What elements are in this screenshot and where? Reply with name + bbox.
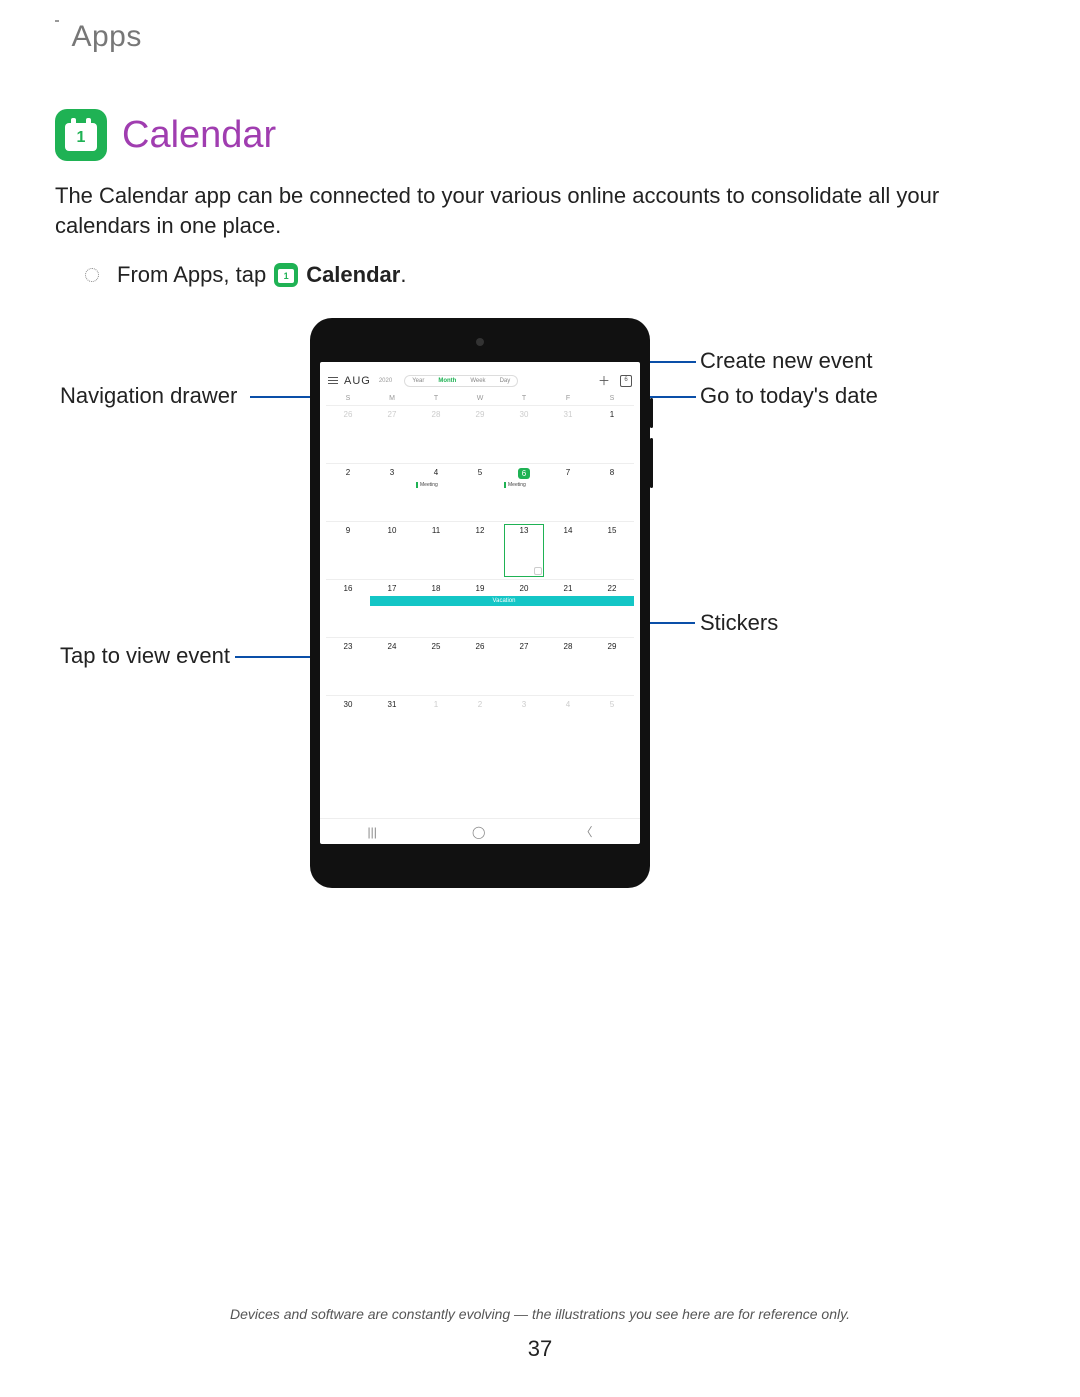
- day-cell[interactable]: 2: [458, 695, 502, 753]
- day-cell[interactable]: 11: [414, 521, 458, 579]
- dow-header: S: [590, 395, 634, 405]
- dow-header: T: [414, 395, 458, 405]
- tablet-frame: AUG 2020 YearMonthWeekDay ＋ SMTWTFS 2627…: [310, 318, 650, 888]
- view-pill-day[interactable]: Day: [493, 376, 518, 386]
- day-cell[interactable]: 9: [326, 521, 370, 579]
- day-cell[interactable]: 5: [458, 463, 502, 521]
- day-cell[interactable]: 3: [370, 463, 414, 521]
- day-cell[interactable]: 22: [590, 579, 634, 637]
- page-title: Calendar: [122, 114, 276, 157]
- month-label[interactable]: AUG: [344, 375, 371, 387]
- dow-header: T: [502, 395, 546, 405]
- day-cell[interactable]: 30: [502, 405, 546, 463]
- day-cell[interactable]: 27: [370, 405, 414, 463]
- view-pill-month[interactable]: Month: [431, 376, 463, 386]
- day-cell[interactable]: 3: [502, 695, 546, 753]
- day-cell[interactable]: 13: [502, 521, 546, 579]
- add-event-icon[interactable]: ＋: [594, 372, 614, 389]
- day-cell[interactable]: 17Vacation: [370, 579, 414, 637]
- day-cell[interactable]: 27: [502, 637, 546, 695]
- day-cell[interactable]: 18: [414, 579, 458, 637]
- recent-icon[interactable]: |||: [368, 825, 377, 839]
- day-cell[interactable]: 26: [458, 637, 502, 695]
- day-cell[interactable]: 5: [590, 695, 634, 753]
- day-cell[interactable]: 24: [370, 637, 414, 695]
- section-header: Apps: [71, 20, 141, 54]
- event-chip[interactable]: Meeting: [416, 482, 456, 488]
- dow-header: F: [546, 395, 590, 405]
- day-cell[interactable]: 2: [326, 463, 370, 521]
- day-cell[interactable]: 16: [326, 579, 370, 637]
- day-cell[interactable]: 29: [458, 405, 502, 463]
- day-cell[interactable]: 25: [414, 637, 458, 695]
- day-cell[interactable]: 28: [414, 405, 458, 463]
- back-icon[interactable]: 〈: [580, 823, 592, 840]
- callout-create-event: Create new event: [700, 348, 872, 374]
- today-icon[interactable]: [620, 375, 632, 387]
- view-pill-week[interactable]: Week: [463, 376, 492, 386]
- view-switcher[interactable]: YearMonthWeekDay: [404, 375, 518, 387]
- calendar-inline-icon: [274, 263, 298, 287]
- day-cell[interactable]: 4Meeting: [414, 463, 458, 521]
- footnote: Devices and software are constantly evol…: [0, 1306, 1080, 1322]
- callout-tap-event: Tap to view event: [60, 643, 230, 669]
- tablet-screen: AUG 2020 YearMonthWeekDay ＋ SMTWTFS 2627…: [320, 362, 640, 844]
- home-icon[interactable]: ◯: [472, 825, 485, 839]
- view-pill-year[interactable]: Year: [405, 376, 431, 386]
- day-cell[interactable]: 31: [546, 405, 590, 463]
- header-rule: [55, 20, 59, 50]
- day-cell[interactable]: 30: [326, 695, 370, 753]
- day-cell[interactable]: 26: [326, 405, 370, 463]
- dow-header: W: [458, 395, 502, 405]
- day-cell[interactable]: 19: [458, 579, 502, 637]
- step-appname: Calendar.: [306, 262, 406, 288]
- callout-stickers: Stickers: [700, 610, 778, 636]
- day-cell[interactable]: 1: [414, 695, 458, 753]
- day-cell[interactable]: 4: [546, 695, 590, 753]
- day-cell[interactable]: 10: [370, 521, 414, 579]
- dow-header: M: [370, 395, 414, 405]
- day-cell[interactable]: 1: [590, 405, 634, 463]
- bullet-icon: [85, 268, 99, 282]
- day-cell[interactable]: 29: [590, 637, 634, 695]
- day-cell[interactable]: 28: [546, 637, 590, 695]
- event-chip[interactable]: Meeting: [504, 482, 544, 488]
- android-navbar: ||| ◯ 〈: [320, 818, 640, 844]
- year-label: 2020: [379, 378, 392, 384]
- dow-header: S: [326, 395, 370, 405]
- day-cell[interactable]: 7: [546, 463, 590, 521]
- day-cell[interactable]: 12: [458, 521, 502, 579]
- page-number: 37: [0, 1336, 1080, 1362]
- day-cell[interactable]: 20: [502, 579, 546, 637]
- step-row: From Apps, tap Calendar.: [85, 262, 1025, 288]
- day-cell[interactable]: 14: [546, 521, 590, 579]
- callout-today: Go to today's date: [700, 383, 878, 409]
- day-cell[interactable]: 15: [590, 521, 634, 579]
- hamburger-icon[interactable]: [328, 375, 338, 386]
- intro-text: The Calendar app can be connected to you…: [55, 181, 1025, 240]
- callout-nav-drawer: Navigation drawer: [60, 383, 237, 409]
- step-prefix: From Apps, tap: [117, 262, 266, 288]
- day-cell[interactable]: 23: [326, 637, 370, 695]
- calendar-app-icon: [55, 109, 107, 161]
- sticker-icon[interactable]: [534, 567, 542, 575]
- day-cell[interactable]: 6Meeting: [502, 463, 546, 521]
- day-cell[interactable]: 8: [590, 463, 634, 521]
- day-cell[interactable]: 31: [370, 695, 414, 753]
- day-cell[interactable]: 21: [546, 579, 590, 637]
